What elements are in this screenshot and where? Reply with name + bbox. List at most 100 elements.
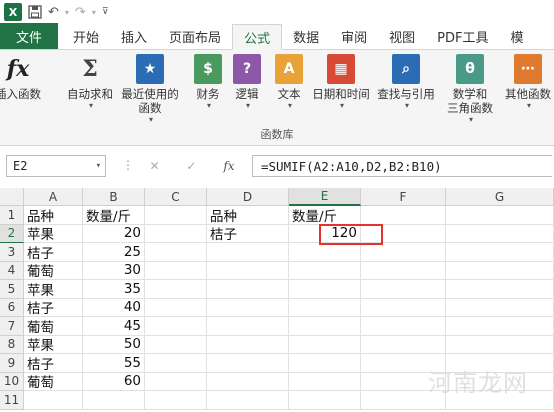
cell-E3[interactable]: [289, 243, 361, 262]
cell-D4[interactable]: [207, 261, 289, 280]
save-icon[interactable]: [28, 2, 42, 22]
math-trig-button[interactable]: θ 数学和 三角函数 ▾: [440, 54, 500, 124]
cell-B9[interactable]: 55: [83, 354, 145, 373]
column-header-A[interactable]: A: [24, 188, 83, 206]
row-header-10[interactable]: 10: [0, 372, 24, 391]
cell-E10[interactable]: [289, 372, 361, 391]
dropdown-arrow-icon[interactable]: ▾: [207, 101, 211, 110]
cell-C2[interactable]: [145, 224, 207, 243]
cell-F4[interactable]: [361, 261, 446, 280]
name-box-dropdown-icon[interactable]: ▾: [96, 161, 101, 171]
cell-D8[interactable]: [207, 335, 289, 354]
cell-D1[interactable]: 品种: [207, 206, 289, 225]
cell-G6[interactable]: [446, 298, 554, 317]
cell-G8[interactable]: [446, 335, 554, 354]
dropdown-arrow-icon[interactable]: ▾: [340, 101, 344, 110]
tab-2[interactable]: 插入: [110, 24, 158, 49]
cell-E8[interactable]: [289, 335, 361, 354]
insert-function-button[interactable]: fx 插入函数: [0, 54, 48, 101]
dropdown-arrow-icon[interactable]: ▾: [89, 101, 93, 110]
date-time-button[interactable]: ▦ 日期和时间 ▾: [311, 54, 371, 110]
cell-B5[interactable]: 35: [83, 280, 145, 299]
cell-C6[interactable]: [145, 298, 207, 317]
select-all-corner[interactable]: [0, 188, 24, 206]
cell-B6[interactable]: 40: [83, 298, 145, 317]
tab-9[interactable]: 模: [499, 24, 534, 49]
cell-A4[interactable]: 葡萄: [24, 261, 83, 280]
cell-C8[interactable]: [145, 335, 207, 354]
cell-A10[interactable]: 葡萄: [24, 372, 83, 391]
cell-C3[interactable]: [145, 243, 207, 262]
column-header-D[interactable]: D: [207, 188, 289, 206]
cell-E7[interactable]: [289, 317, 361, 336]
formula-input[interactable]: =SUMIF(A2:A10,D2,B2:B10): [252, 155, 552, 177]
tab-8[interactable]: PDF工具: [426, 24, 499, 49]
cell-F7[interactable]: [361, 317, 446, 336]
formula-bar-grip-icon[interactable]: ⋮: [122, 158, 134, 172]
row-header-7[interactable]: 7: [0, 317, 24, 336]
row-header-5[interactable]: 5: [0, 280, 24, 299]
cell-A1[interactable]: 品种: [24, 206, 83, 225]
cell-F1[interactable]: [361, 206, 446, 225]
cell-B2[interactable]: 20: [83, 224, 145, 243]
cell-B11[interactable]: [83, 391, 145, 410]
customize-toolbar-icon[interactable]: ⊽: [102, 2, 109, 22]
undo-icon[interactable]: ↶: [48, 2, 59, 22]
dropdown-arrow-icon[interactable]: ▾: [288, 101, 292, 110]
cell-G5[interactable]: [446, 280, 554, 299]
row-header-3[interactable]: 3: [0, 243, 24, 262]
cell-B3[interactable]: 25: [83, 243, 145, 262]
cell-G2[interactable]: [446, 224, 554, 243]
cell-A5[interactable]: 苹果: [24, 280, 83, 299]
insert-function-icon[interactable]: fx: [223, 159, 234, 173]
cell-C9[interactable]: [145, 354, 207, 373]
cell-B7[interactable]: 45: [83, 317, 145, 336]
cell-E2[interactable]: 120: [289, 224, 361, 243]
dropdown-arrow-icon[interactable]: ▾: [527, 101, 531, 110]
tab-7[interactable]: 视图: [378, 24, 426, 49]
cell-G4[interactable]: [446, 261, 554, 280]
dropdown-arrow-icon[interactable]: ▾: [246, 101, 250, 110]
cell-A6[interactable]: 桔子: [24, 298, 83, 317]
cell-D2[interactable]: 桔子: [207, 224, 289, 243]
row-header-6[interactable]: 6: [0, 298, 24, 317]
cell-D11[interactable]: [207, 391, 289, 410]
cell-B4[interactable]: 30: [83, 261, 145, 280]
recent-functions-button[interactable]: ★ 最近使用的 函数 ▾: [120, 54, 180, 124]
cell-G3[interactable]: [446, 243, 554, 262]
cell-F3[interactable]: [361, 243, 446, 262]
enter-icon[interactable]: ✓: [186, 159, 196, 173]
cell-C5[interactable]: [145, 280, 207, 299]
cell-A8[interactable]: 苹果: [24, 335, 83, 354]
cell-E11[interactable]: [289, 391, 361, 410]
tab-6[interactable]: 审阅: [330, 24, 378, 49]
row-header-4[interactable]: 4: [0, 261, 24, 280]
column-header-C[interactable]: C: [145, 188, 207, 206]
cell-E4[interactable]: [289, 261, 361, 280]
cell-D7[interactable]: [207, 317, 289, 336]
column-header-E[interactable]: E: [289, 188, 361, 206]
redo-icon[interactable]: ↷: [75, 2, 86, 22]
cell-C10[interactable]: [145, 372, 207, 391]
cell-F6[interactable]: [361, 298, 446, 317]
cell-B10[interactable]: 60: [83, 372, 145, 391]
cell-A2[interactable]: 苹果: [24, 224, 83, 243]
cell-B1[interactable]: 数量/斤: [83, 206, 145, 225]
cell-F5[interactable]: [361, 280, 446, 299]
dropdown-arrow-icon[interactable]: ▾: [149, 115, 153, 124]
column-header-G[interactable]: G: [446, 188, 554, 206]
cell-A7[interactable]: 葡萄: [24, 317, 83, 336]
tab-4[interactable]: 公式: [232, 24, 283, 50]
cell-E5[interactable]: [289, 280, 361, 299]
cell-C1[interactable]: [145, 206, 207, 225]
cell-F2[interactable]: [361, 224, 446, 243]
tab-5[interactable]: 数据: [282, 24, 330, 49]
cell-C11[interactable]: [145, 391, 207, 410]
cell-A9[interactable]: 桔子: [24, 354, 83, 373]
row-header-8[interactable]: 8: [0, 335, 24, 354]
row-header-11[interactable]: 11: [0, 391, 24, 410]
cell-A11[interactable]: [24, 391, 83, 410]
cell-E9[interactable]: [289, 354, 361, 373]
cell-G7[interactable]: [446, 317, 554, 336]
cell-A3[interactable]: 桔子: [24, 243, 83, 262]
